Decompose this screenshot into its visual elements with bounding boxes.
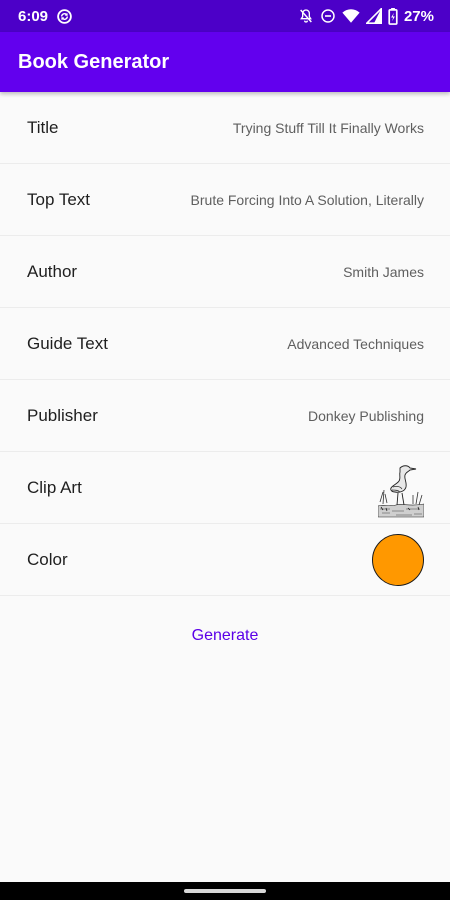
- generate-button[interactable]: Generate: [176, 619, 275, 653]
- app-screen: 6:09 27% Book Generator Title Trying Stu…: [0, 0, 450, 900]
- field-value: Smith James: [343, 263, 424, 280]
- notifications-off-icon: [298, 8, 314, 24]
- field-row-guide-text[interactable]: Guide Text Advanced Techniques: [0, 308, 450, 380]
- status-bar: 6:09 27%: [0, 0, 450, 32]
- heron-clipart-icon[interactable]: [378, 457, 424, 518]
- field-label: Color: [27, 549, 68, 569]
- navigation-bar: [0, 882, 450, 900]
- field-value: Advanced Techniques: [287, 335, 424, 352]
- battery-percent: 27%: [403, 7, 434, 25]
- field-row-color[interactable]: Color: [0, 524, 450, 596]
- field-list: Title Trying Stuff Till It Finally Works…: [0, 92, 450, 596]
- wifi-icon: [342, 8, 360, 24]
- sync-icon: [56, 8, 73, 25]
- do-not-disturb-icon: [320, 8, 336, 24]
- field-row-clip-art[interactable]: Clip Art: [0, 452, 450, 524]
- status-time: 6:09: [18, 7, 49, 25]
- battery-charging-icon: [388, 7, 398, 25]
- field-label: Publisher: [27, 405, 98, 425]
- status-left: 6:09: [18, 8, 73, 25]
- field-value: Donkey Publishing: [308, 407, 424, 424]
- home-gesture-handle[interactable]: [184, 889, 266, 893]
- field-row-top-text[interactable]: Top Text Brute Forcing Into A Solution, …: [0, 164, 450, 236]
- app-bar: Book Generator: [0, 32, 450, 92]
- field-row-publisher[interactable]: Publisher Donkey Publishing: [0, 380, 450, 452]
- field-row-title[interactable]: Title Trying Stuff Till It Finally Works: [0, 92, 450, 164]
- signal-icon: [365, 8, 382, 24]
- field-value: Brute Forcing Into A Solution, Literally: [190, 191, 424, 208]
- status-right: 27%: [298, 7, 434, 25]
- field-row-author[interactable]: Author Smith James: [0, 236, 450, 308]
- color-swatch[interactable]: [372, 533, 424, 586]
- field-label: Guide Text: [27, 333, 108, 353]
- field-label: Top Text: [27, 189, 91, 209]
- generate-container: Generate: [0, 610, 450, 662]
- field-label: Title: [27, 117, 59, 137]
- field-label: Clip Art: [27, 477, 82, 497]
- field-value: Trying Stuff Till It Finally Works: [232, 119, 424, 136]
- field-label: Author: [27, 261, 78, 281]
- app-title: Book Generator: [18, 50, 170, 73]
